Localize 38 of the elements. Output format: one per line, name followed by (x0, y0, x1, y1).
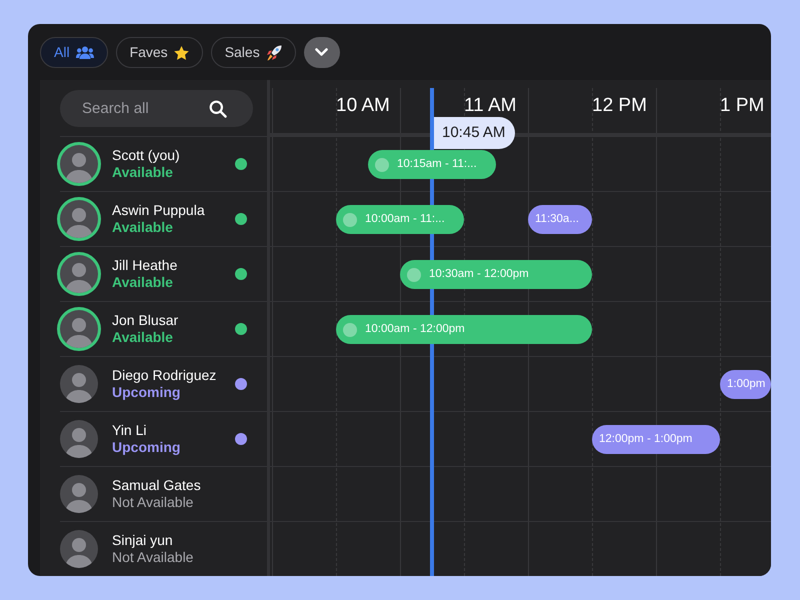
people-icon (76, 46, 94, 59)
person-name: Samual Gates (112, 477, 201, 494)
filter-tab[interactable]: All (40, 37, 108, 68)
filter-tab[interactable]: Sales (210, 37, 296, 68)
event-bar[interactable]: 10:00am - 11:... (336, 205, 464, 234)
dropdown-button[interactable] (304, 37, 340, 68)
search-icon (209, 100, 227, 118)
rocket-icon (266, 44, 282, 60)
current-time-label: 10:45 AM (434, 117, 516, 149)
status-text: Available (112, 219, 174, 236)
chevron-down-icon (315, 48, 328, 57)
person-name: Jill Heathe (112, 257, 178, 274)
event-bar[interactable]: 10:30am - 12:00pm (400, 260, 592, 289)
person-name: Aswin Puppula (112, 202, 205, 219)
person-name: Sinjai yun (112, 532, 174, 549)
person-name: Yin Li (112, 422, 148, 439)
status-text: Upcoming (112, 384, 182, 401)
person-name: Jon Blusar (112, 312, 178, 329)
hour-label: 10 AM (336, 94, 390, 118)
status-text: Available (112, 329, 174, 346)
status-text: Not Available (112, 549, 194, 566)
hour-label: 1 PM (720, 94, 764, 118)
event-bar[interactable]: 10:00am - 12:00pm (336, 315, 592, 344)
status-text: Upcoming (112, 439, 180, 456)
hour-label: 12 PM (592, 94, 647, 118)
person-name: Scott (you) (112, 147, 180, 164)
star-icon (174, 46, 189, 60)
hour-label: 11 AM (464, 94, 516, 118)
status-text: Not Available (112, 494, 194, 511)
person-name: Diego Rodriguez (112, 367, 216, 384)
search-field[interactable]: Search all (60, 90, 253, 127)
status-text: Available (112, 164, 174, 181)
filter-tab[interactable]: Faves (116, 37, 203, 68)
event-bar[interactable]: 12:00pm - 1:00pm (592, 425, 720, 454)
event-bar[interactable]: 11:30a... (528, 205, 592, 234)
event-bar[interactable]: 10:15am - 11:... (368, 150, 496, 179)
event-bar[interactable]: 1:00pm (720, 370, 771, 399)
status-text: Available (112, 274, 174, 291)
